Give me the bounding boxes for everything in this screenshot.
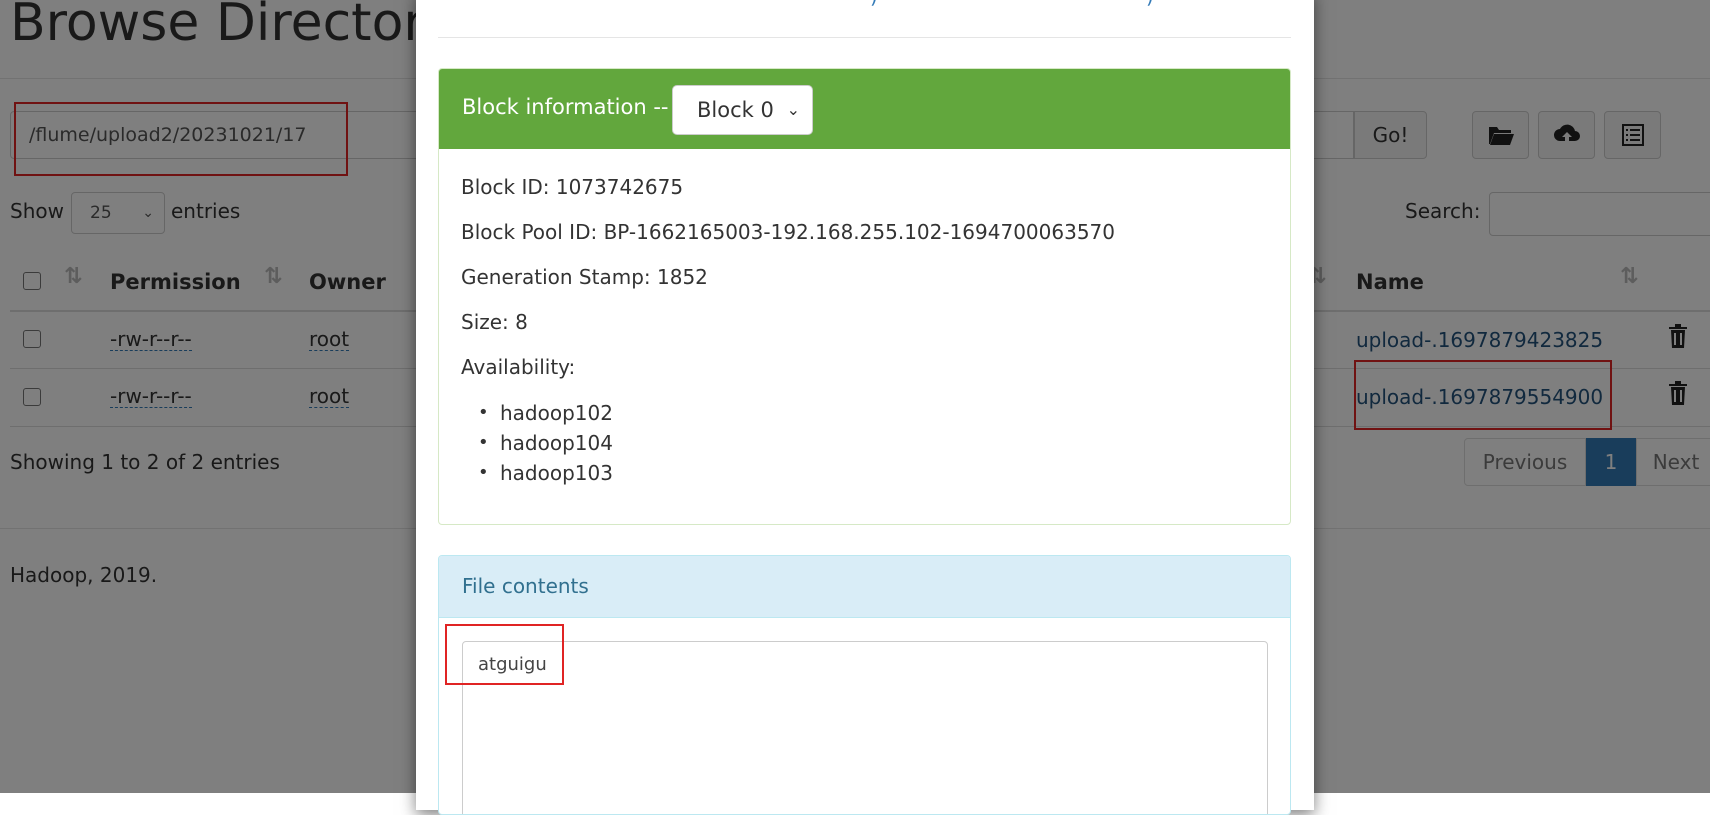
block-information-title: Block information -- (462, 95, 669, 119)
availability-list: hadoop102 hadoop104 hadoop103 (478, 398, 613, 488)
modal-header-link-fragment: ) (1146, 0, 1154, 8)
file-contents-textarea[interactable]: atguigu (462, 641, 1268, 814)
modal-header-link-fragment: ) (870, 0, 878, 8)
block-information-heading: Block information -- Block 0 ⌄ (439, 69, 1290, 149)
block-select[interactable]: Block 0 ⌄ (672, 85, 813, 135)
modal-header-divider (438, 37, 1291, 38)
availability-label: Availability: (461, 355, 576, 379)
file-contents-panel: File contents atguigu (438, 555, 1291, 815)
file-contents-heading: File contents (439, 556, 1290, 618)
highlight-box (445, 624, 564, 685)
generation-stamp: Generation Stamp: 1852 (461, 265, 708, 289)
file-contents-title: File contents (462, 574, 589, 598)
block-id: Block ID: 1073742675 (461, 175, 684, 199)
datanode-item: hadoop104 (478, 428, 613, 458)
chevron-down-icon: ⌄ (786, 100, 800, 119)
datanode-item: hadoop102 (478, 398, 613, 428)
block-pool-id: Block Pool ID: BP-1662165003-192.168.255… (461, 220, 1116, 244)
block-size: Size: 8 (461, 310, 528, 334)
datanode-item: hadoop103 (478, 458, 613, 488)
block-select-value: Block 0 (697, 98, 774, 122)
